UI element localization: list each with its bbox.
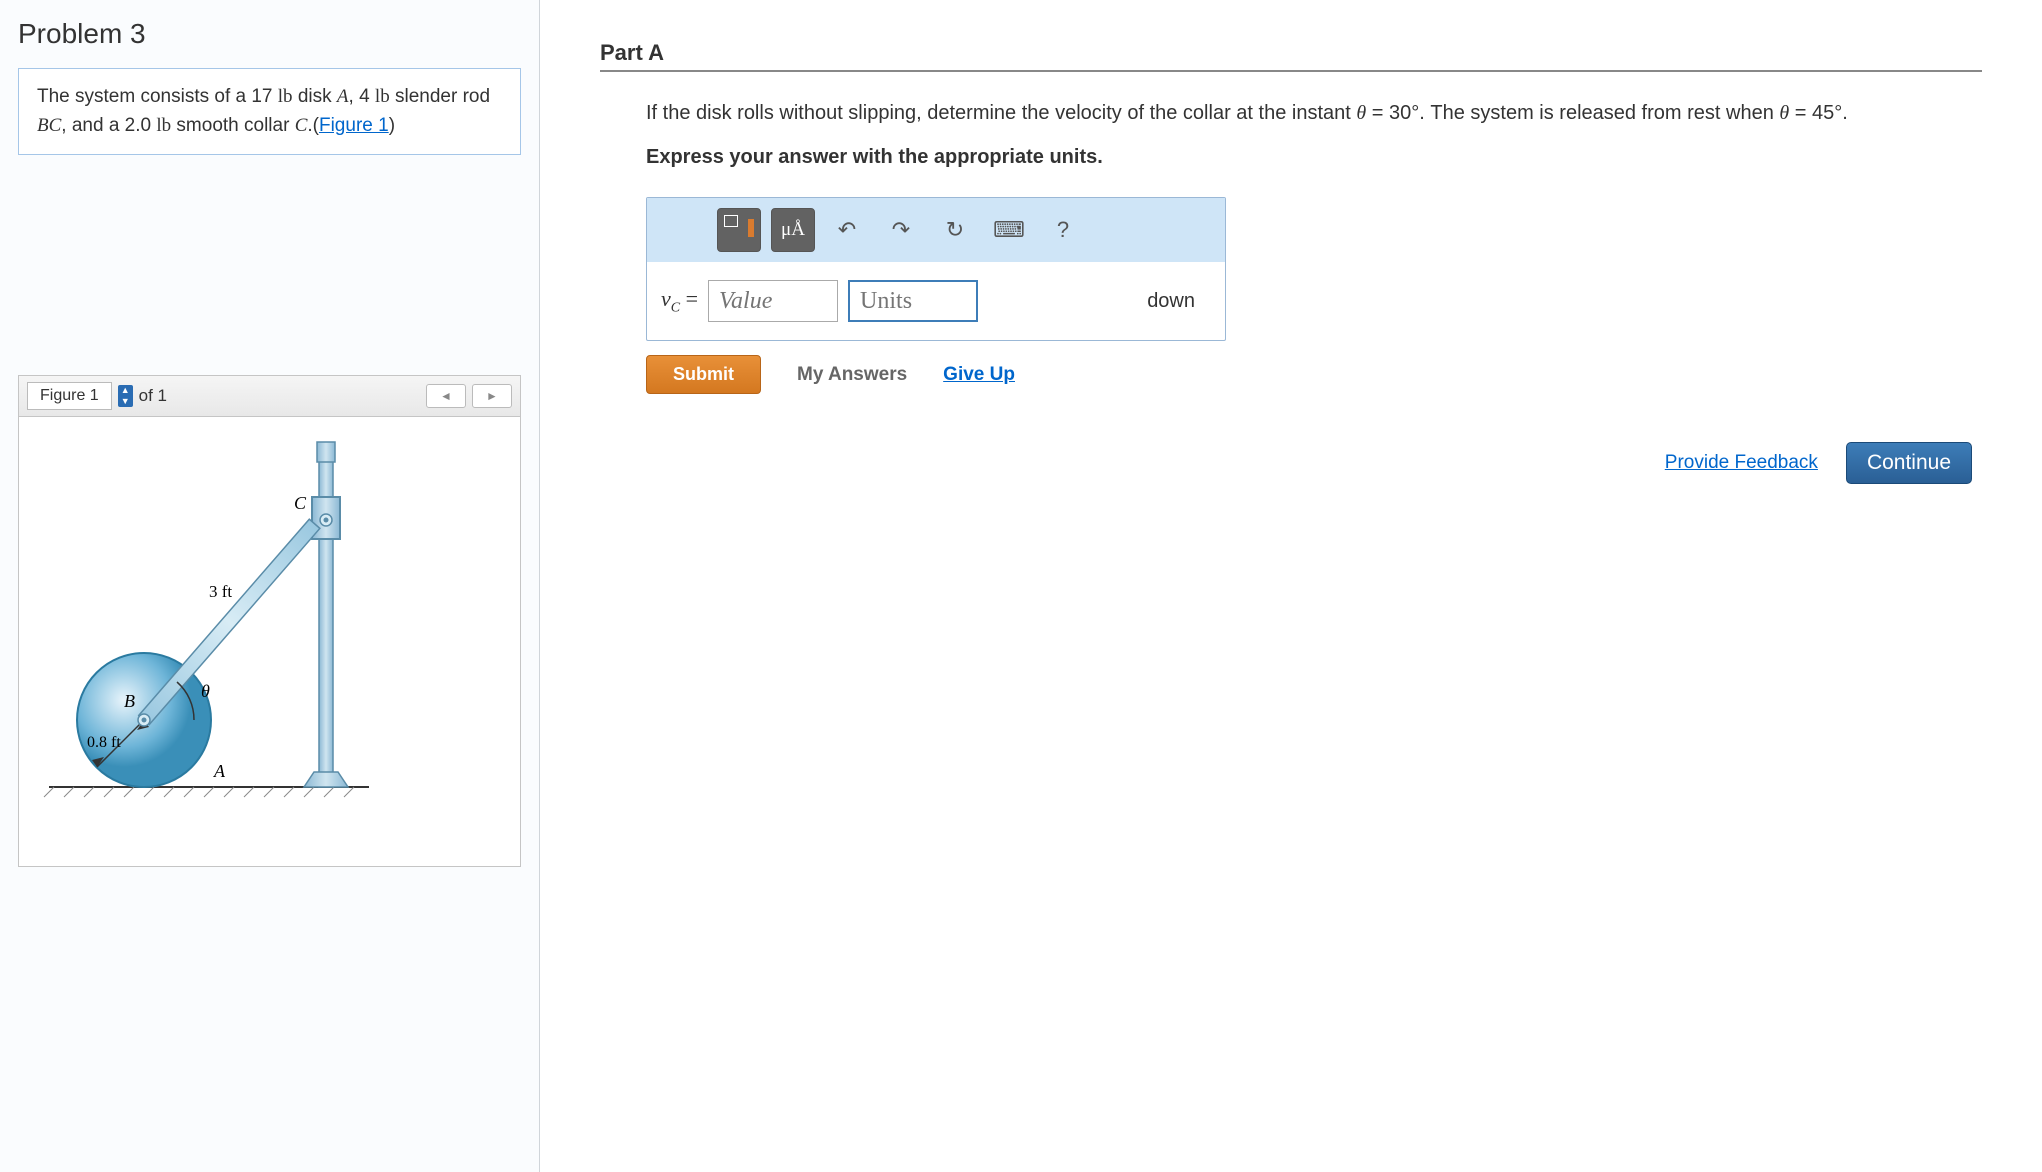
answer-toolbar: μÅ ↶ ↷ ↻ ⌨ ? — [647, 198, 1225, 262]
input-row: vC = down — [647, 262, 1225, 340]
figure-link[interactable]: Figure 1 — [319, 115, 389, 136]
figure-of-text: of 1 — [139, 386, 167, 406]
part-header: Part A — [600, 40, 1982, 72]
undo-icon: ↶ — [838, 217, 856, 243]
question-text: If the disk rolls without slipping, dete… — [646, 98, 1982, 128]
continue-button[interactable]: Continue — [1846, 442, 1972, 484]
figure-label: Figure 1 — [27, 382, 112, 410]
figure-stepper[interactable]: ▲ ▼ — [118, 385, 133, 407]
my-answers-label: My Answers — [797, 364, 907, 386]
stepper-up-icon[interactable]: ▲ — [118, 385, 133, 396]
feedback-link[interactable]: Provide Feedback — [1665, 452, 1818, 474]
reset-icon: ↻ — [946, 217, 964, 243]
units-button[interactable]: μÅ — [771, 208, 815, 252]
help-button[interactable]: ? — [1041, 208, 1085, 252]
value-input[interactable] — [708, 280, 838, 322]
figure-body: 0.8 ft — [18, 417, 521, 867]
figure-section: Figure 1 ▲ ▼ of 1 ◄ ► — [18, 375, 521, 867]
chevron-left-icon: ◄ — [440, 389, 452, 403]
svg-text:3 ft: 3 ft — [209, 582, 232, 601]
submit-button[interactable]: Submit — [646, 355, 761, 394]
give-up-link[interactable]: Give Up — [943, 364, 1015, 386]
instruction-text: Express your answer with the appropriate… — [646, 146, 1982, 169]
redo-button[interactable]: ↷ — [879, 208, 923, 252]
action-row: Submit My Answers Give Up — [646, 355, 1982, 394]
chevron-right-icon: ► — [486, 389, 498, 403]
bottom-actions: Provide Feedback Continue — [600, 442, 1972, 484]
units-input[interactable] — [848, 280, 978, 322]
keyboard-icon: ⌨ — [993, 217, 1025, 243]
svg-text:θ: θ — [201, 681, 210, 701]
right-panel: Part A If the disk rolls without slippin… — [540, 0, 2042, 1172]
problem-description: The system consists of a 17 lb disk A, 4… — [18, 68, 521, 155]
variable-label: vC = — [661, 286, 698, 316]
figure-header: Figure 1 ▲ ▼ of 1 ◄ ► — [18, 375, 521, 417]
figure-prev-button[interactable]: ◄ — [426, 384, 466, 408]
svg-text:A: A — [213, 761, 226, 781]
answer-box: μÅ ↶ ↷ ↻ ⌨ ? vC = — [646, 197, 1226, 341]
direction-label: down — [1147, 290, 1195, 313]
mechanism-diagram: 0.8 ft — [39, 437, 379, 837]
stepper-down-icon[interactable]: ▼ — [118, 396, 133, 407]
svg-text:C: C — [294, 493, 307, 513]
svg-text:B: B — [124, 691, 135, 711]
templates-button[interactable] — [717, 208, 761, 252]
svg-text:0.8 ft: 0.8 ft — [87, 734, 121, 751]
left-panel: Problem 3 The system consists of a 17 lb… — [0, 0, 540, 1172]
figure-nav: ◄ ► — [426, 384, 512, 408]
keyboard-button[interactable]: ⌨ — [987, 208, 1031, 252]
reset-button[interactable]: ↻ — [933, 208, 977, 252]
problem-title: Problem 3 — [18, 18, 521, 50]
redo-icon: ↷ — [892, 217, 910, 243]
figure-next-button[interactable]: ► — [472, 384, 512, 408]
undo-button[interactable]: ↶ — [825, 208, 869, 252]
